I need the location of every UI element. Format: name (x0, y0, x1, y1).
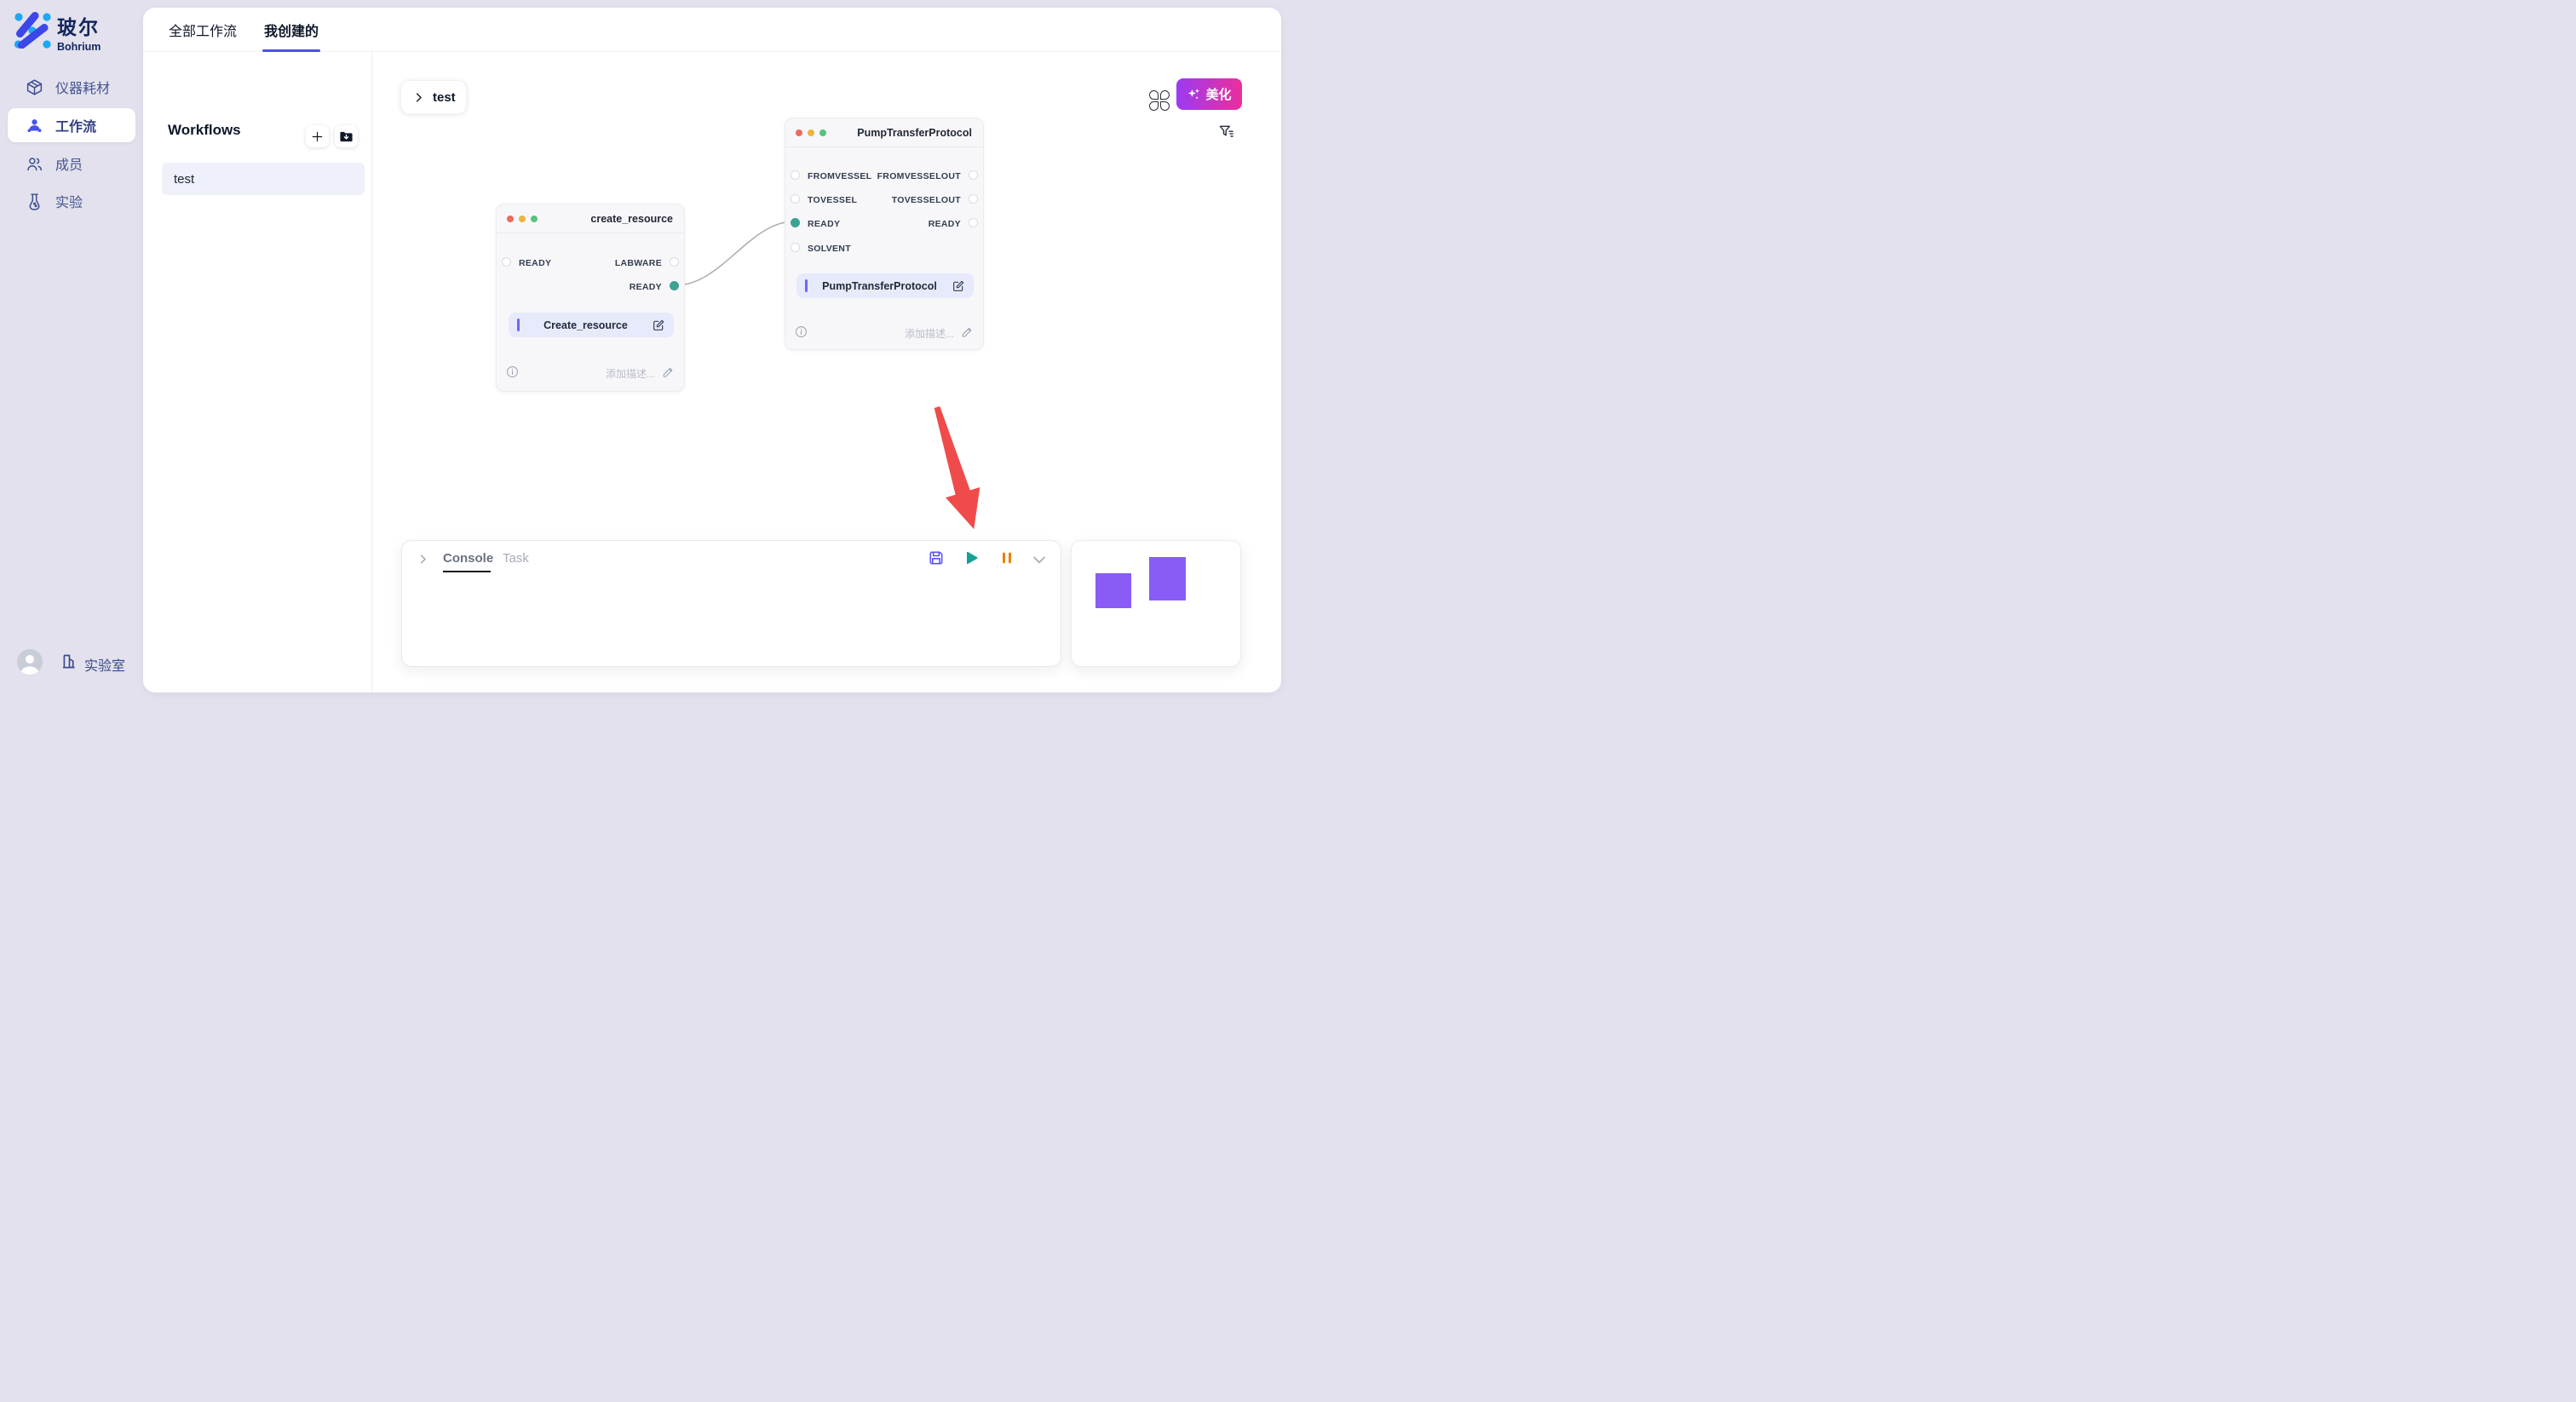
import-workflow-button[interactable] (335, 125, 358, 147)
pencil-icon[interactable] (662, 365, 675, 378)
box-icon (26, 78, 43, 96)
sidebar: 玻尔 Bohrium 仪器耗材 工作流 成员 实验 (0, 0, 143, 701)
pill-label: PumpTransferProtocol (808, 280, 952, 292)
tab-my-created[interactable]: 我创建的 (264, 20, 319, 40)
workflow-tabbar: 全部工作流 我创建的 (143, 8, 1281, 52)
port-in-fromvessel[interactable] (791, 170, 800, 180)
members-icon (26, 155, 43, 173)
sparkles-icon (1187, 87, 1201, 101)
port-label: READY (808, 219, 840, 229)
sidebar-item-instruments[interactable]: 仪器耗材 (8, 70, 135, 104)
port-label: FROMVESSEL (808, 171, 871, 181)
red-arrow-annotation (934, 406, 980, 529)
experiment-tube-icon (26, 192, 43, 210)
port-out-labware[interactable] (670, 257, 679, 267)
beautify-button[interactable]: 美化 (1176, 78, 1242, 110)
port-in-ready[interactable] (791, 218, 800, 227)
node-title: PumpTransferProtocol (857, 127, 972, 139)
node-action-pill[interactable]: PumpTransferProtocol (796, 273, 974, 298)
port-out-fromvesselout[interactable] (969, 170, 978, 180)
add-workflow-button[interactable] (306, 125, 329, 147)
sidebar-footer: 实验室 (0, 647, 143, 687)
port-in-solvent[interactable] (791, 243, 800, 252)
node-description-placeholder[interactable]: 添加描述... (606, 366, 655, 381)
brand-logo: 玻尔 Bohrium (14, 11, 101, 53)
edit-icon[interactable] (952, 279, 965, 293)
pill-label: Create_resource (520, 319, 652, 331)
sidebar-item-experiments[interactable]: 实验 (8, 184, 135, 218)
beautify-label: 美化 (1205, 85, 1231, 103)
building-icon (60, 652, 78, 670)
sidebar-item-label: 成员 (55, 153, 83, 174)
run-icon[interactable] (963, 549, 980, 566)
port-label: READY (929, 219, 961, 229)
sidebar-item-label: 仪器耗材 (55, 77, 110, 97)
port-label: TOVESSEL (808, 195, 857, 205)
traffic-red-dot (507, 215, 514, 222)
chevron-right-icon (412, 91, 425, 104)
workflow-canvas[interactable]: test 美化 create_resource (372, 52, 1281, 692)
minimap[interactable] (1071, 540, 1241, 667)
edit-icon[interactable] (652, 319, 665, 332)
save-icon[interactable] (928, 549, 945, 566)
traffic-green-dot (819, 129, 826, 136)
breadcrumb-label: test (433, 90, 456, 105)
node-create-resource[interactable]: create_resource READY LABWARE READY Crea… (496, 204, 685, 392)
port-in-tovessel[interactable] (791, 194, 800, 204)
tab-console[interactable]: Console (443, 551, 493, 566)
port-label: SOLVENT (808, 244, 851, 254)
port-out-ready[interactable] (670, 281, 679, 290)
port-label: TOVESSELOUT (892, 195, 961, 205)
sidebar-item-label: 实验 (55, 191, 83, 211)
port-out-tovesselout[interactable] (969, 194, 978, 204)
avatar[interactable] (17, 649, 43, 675)
tab-all-workflows[interactable]: 全部工作流 (169, 20, 237, 40)
breadcrumb[interactable]: test (400, 80, 467, 114)
minimap-node (1095, 573, 1131, 608)
workflow-list-item[interactable]: test (162, 163, 365, 195)
pause-icon[interactable] (998, 549, 1015, 566)
node-header[interactable]: create_resource (497, 204, 684, 233)
node-action-pill[interactable]: Create_resource (509, 313, 674, 337)
port-label: READY (630, 282, 662, 292)
workflows-panel: Workflows test (143, 52, 372, 692)
pencil-icon[interactable] (961, 325, 974, 338)
port-in-ready[interactable] (502, 257, 511, 267)
sidebar-item-members[interactable]: 成员 (8, 147, 135, 181)
node-description-placeholder[interactable]: 添加描述... (905, 326, 954, 341)
bohrium-logo-icon (14, 11, 51, 49)
folder-download-icon (339, 129, 354, 144)
info-icon[interactable] (795, 325, 808, 338)
collapse-chevron-icon[interactable] (1031, 551, 1048, 568)
workflows-title: Workflows (168, 122, 241, 139)
port-label: LABWARE (615, 258, 662, 268)
filter-icon[interactable] (1218, 124, 1235, 141)
port-label: READY (519, 258, 551, 268)
port-label: FROMVESSELOUT (877, 171, 961, 181)
main-panel: 全部工作流 我创建的 Workflows test test (143, 8, 1281, 692)
info-icon[interactable] (506, 365, 519, 378)
console-panel: Console Task (401, 540, 1061, 667)
port-out-ready[interactable] (969, 218, 978, 227)
node-pump-transfer-protocol[interactable]: PumpTransferProtocol FROMVESSEL FROMVESS… (785, 118, 984, 350)
expand-chevron-icon[interactable] (417, 553, 429, 566)
workflow-item-name: test (174, 172, 194, 187)
workflow-user-icon (26, 117, 43, 135)
console-tab-underline (443, 571, 491, 572)
sidebar-item-label: 工作流 (55, 115, 96, 135)
node-title: create_resource (590, 213, 673, 225)
traffic-green-dot (531, 215, 538, 222)
node-header[interactable]: PumpTransferProtocol (785, 118, 983, 147)
traffic-red-dot (796, 129, 802, 136)
minimap-node (1149, 557, 1186, 600)
sidebar-item-workflow[interactable]: 工作流 (8, 108, 135, 142)
traffic-yellow-dot (808, 129, 814, 136)
tab-task[interactable]: Task (503, 551, 529, 566)
traffic-yellow-dot (519, 215, 526, 222)
lab-switcher[interactable]: 实验室 (84, 654, 125, 675)
brand-name-en: Bohrium (57, 41, 101, 53)
plus-icon (310, 129, 325, 144)
brand-name-zh: 玻尔 (57, 11, 101, 40)
clover-apps-icon[interactable] (1148, 89, 1170, 112)
